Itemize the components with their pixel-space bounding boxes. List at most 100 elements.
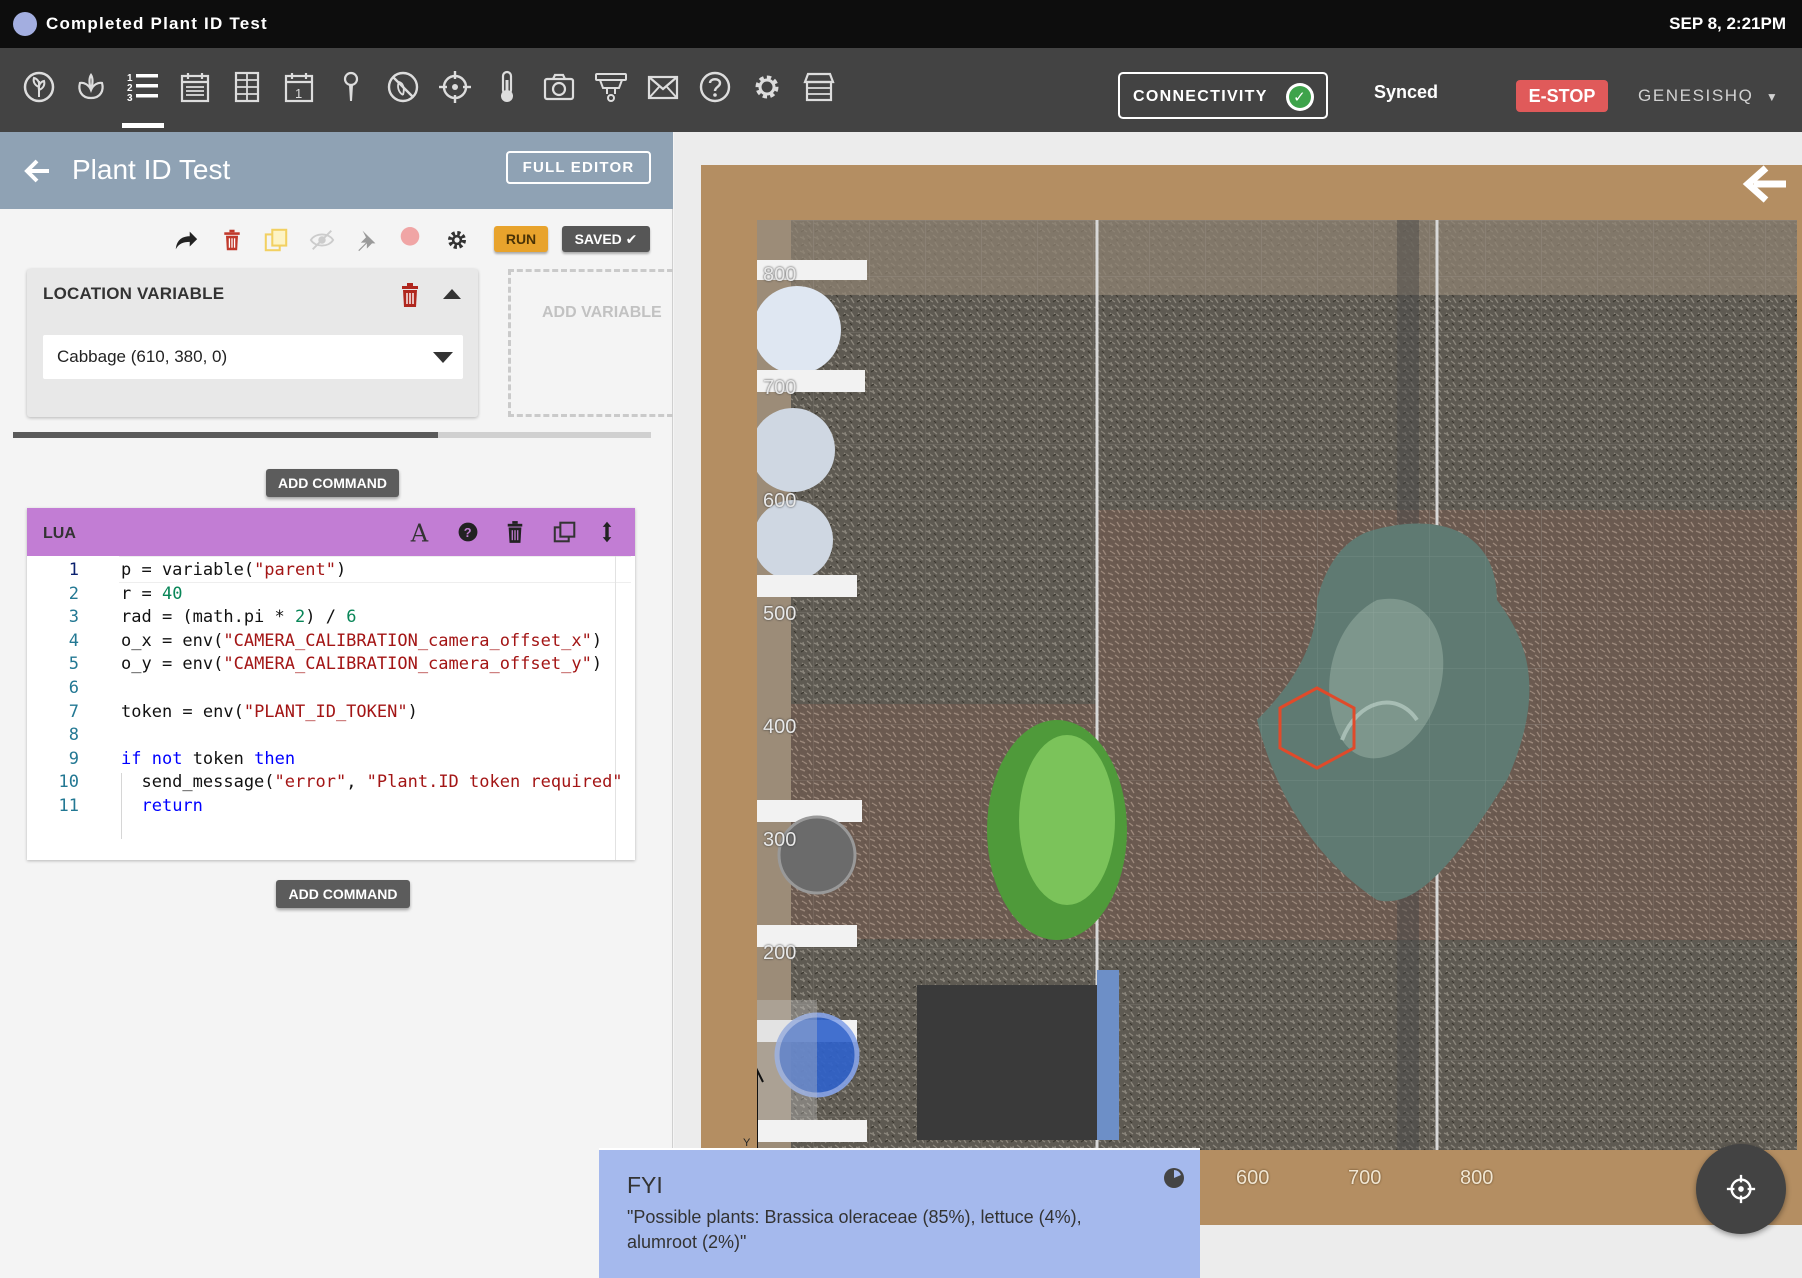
toast-message: "Possible plants: Brassica oleraceae (85… [627, 1207, 1082, 1252]
font-size-icon[interactable]: A [407, 518, 435, 546]
line-number: 10 [58, 772, 79, 793]
tools-icon[interactable] [592, 68, 630, 106]
help-icon[interactable]: ? [454, 518, 482, 546]
add-variable-dropzone[interactable]: ADD VARIABLE [508, 269, 673, 417]
lua-command-block: LUA A ? 1 p = variable("parent") 2 r = 4… [27, 508, 635, 860]
lua-block-header: LUA A ? [27, 508, 635, 556]
farmware-icon[interactable] [228, 68, 266, 106]
saved-button[interactable]: SAVED ✔ [562, 226, 650, 252]
job-status-title[interactable]: Completed Plant ID Test [46, 14, 268, 34]
location-select-value: Cabbage (610, 380, 0) [57, 347, 228, 366]
x-tick-label: 700 [1348, 1167, 1382, 1189]
trash-icon[interactable] [501, 518, 529, 546]
code-line[interactable]: token = env("PLANT_ID_TOKEN") [121, 702, 418, 722]
code-line[interactable]: p = variable("parent") [121, 560, 346, 580]
x-tick-label: 800 [1460, 1167, 1494, 1189]
code-line[interactable]: r = 40 [121, 584, 182, 604]
code-line[interactable]: if not token then [121, 749, 295, 769]
events-icon[interactable]: 1 [280, 68, 318, 106]
code-line[interactable]: send_message("error", "Plant.ID token re… [121, 772, 622, 792]
location-variable-title: LOCATION VARIABLE [43, 284, 225, 303]
weeds-icon[interactable] [384, 68, 422, 106]
lua-block-title: LUA [43, 525, 76, 542]
collapse-icon[interactable] [443, 289, 461, 299]
add-command-button[interactable]: ADD COMMAND [266, 469, 399, 497]
messages-icon[interactable] [644, 68, 682, 106]
account-menu[interactable]: GENESISHQ ▼ [1638, 86, 1779, 106]
line-number: 5 [68, 654, 79, 675]
sequences-icon[interactable]: 123 [122, 68, 164, 128]
visibility-off-icon[interactable] [308, 226, 336, 254]
code-line[interactable]: o_y = env("CAMERA_CALIBRATION_camera_off… [121, 654, 602, 674]
y-tick-label: 600 [763, 490, 797, 512]
line-number: 11 [58, 796, 79, 816]
fyi-toast[interactable]: FYI "Possible plants: Brassica oleraceae… [599, 1148, 1200, 1278]
svg-text:?: ? [464, 525, 472, 540]
groups-icon[interactable] [72, 68, 110, 106]
settings-icon[interactable] [748, 68, 786, 106]
help-icon[interactable] [696, 68, 734, 106]
toast-title: FYI [627, 1172, 663, 1198]
panel-header: Plant ID Test FULL EDITOR [0, 132, 673, 209]
svg-text:1: 1 [295, 86, 302, 101]
regimens-icon[interactable] [176, 68, 214, 106]
code-line[interactable]: rad = (math.pi * 2) / 6 [121, 607, 356, 627]
editor-scrollbar[interactable] [615, 556, 616, 860]
location-variable-card: LOCATION VARIABLE Cabbage (610, 380, 0) [27, 269, 478, 417]
copy-icon[interactable] [262, 226, 290, 254]
trash-icon[interactable] [218, 226, 246, 254]
connectivity-label: CONNECTIVITY [1133, 88, 1268, 105]
connected-check-icon: ✓ [1286, 83, 1314, 111]
main-nav: 123 1 CONNECTIVITY ✓ Synced E-STOP GENES… [0, 48, 1802, 132]
sensors-icon[interactable] [488, 68, 526, 106]
add-variable-label: ADD VARIABLE [542, 304, 662, 321]
gear-icon[interactable] [443, 226, 471, 254]
pin-icon[interactable] [352, 226, 380, 254]
line-number: 1 [68, 560, 79, 580]
add-command-button[interactable]: ADD COMMAND [276, 880, 410, 908]
trash-icon[interactable] [399, 283, 421, 307]
share-icon[interactable] [172, 226, 200, 254]
job-status-indicator [13, 12, 37, 36]
scrollbar-thumb[interactable] [13, 432, 438, 438]
sync-status[interactable]: Synced [1374, 82, 1438, 103]
drag-handle-icon[interactable] [593, 518, 621, 546]
line-number: 8 [68, 725, 79, 746]
code-line[interactable]: return [121, 796, 202, 816]
svg-text:3: 3 [127, 93, 133, 104]
y-tick-label: 800 [763, 264, 797, 286]
controls-icon[interactable] [436, 68, 474, 106]
plants-icon[interactable] [20, 68, 58, 106]
duplicate-icon[interactable] [551, 518, 579, 546]
points-icon[interactable] [332, 68, 370, 106]
full-editor-button[interactable]: FULL EDITOR [506, 151, 651, 184]
app-root: Completed Plant ID Test SEP 8, 2:21PM 12… [0, 0, 1802, 1278]
line-number: 3 [68, 607, 79, 628]
sequence-title[interactable]: Plant ID Test [72, 154, 230, 186]
device-clock: SEP 8, 2:21PM [1669, 14, 1786, 33]
shop-icon[interactable] [800, 68, 838, 106]
photos-icon[interactable] [540, 68, 578, 106]
line-number: 7 [68, 701, 79, 722]
code-line[interactable]: o_x = env("CAMERA_CALIBRATION_camera_off… [121, 631, 602, 651]
line-number: 6 [68, 678, 79, 698]
location-select[interactable]: Cabbage (610, 380, 0) [43, 335, 463, 379]
garden-map[interactable]: 800 700 600 500 400 300 200 Y 400 500 60… [674, 132, 1802, 1278]
x-tick-label: 600 [1236, 1167, 1270, 1189]
run-button[interactable]: RUN [494, 226, 548, 252]
line-number: 9 [68, 748, 79, 769]
chevron-down-icon [433, 352, 453, 363]
crosshair-icon [1726, 1174, 1756, 1204]
color-picker-icon[interactable] [396, 226, 424, 254]
estop-button[interactable]: E-STOP [1516, 80, 1608, 112]
y-tick-label: 500 [763, 603, 797, 625]
account-label: GENESISHQ [1638, 86, 1754, 105]
variables-scrollbar[interactable] [13, 432, 651, 438]
locate-bot-button[interactable] [1696, 1144, 1786, 1234]
lua-code-editor[interactable]: 1 p = variable("parent") 2 r = 40 3 rad = (ma… [27, 556, 635, 860]
connectivity-button[interactable]: CONNECTIVITY ✓ [1118, 72, 1328, 119]
back-arrow-icon[interactable] [22, 156, 52, 186]
back-arrow-icon[interactable] [1742, 162, 1790, 206]
y-tick-label: 200 [763, 942, 797, 964]
svg-text:A: A [410, 519, 429, 545]
